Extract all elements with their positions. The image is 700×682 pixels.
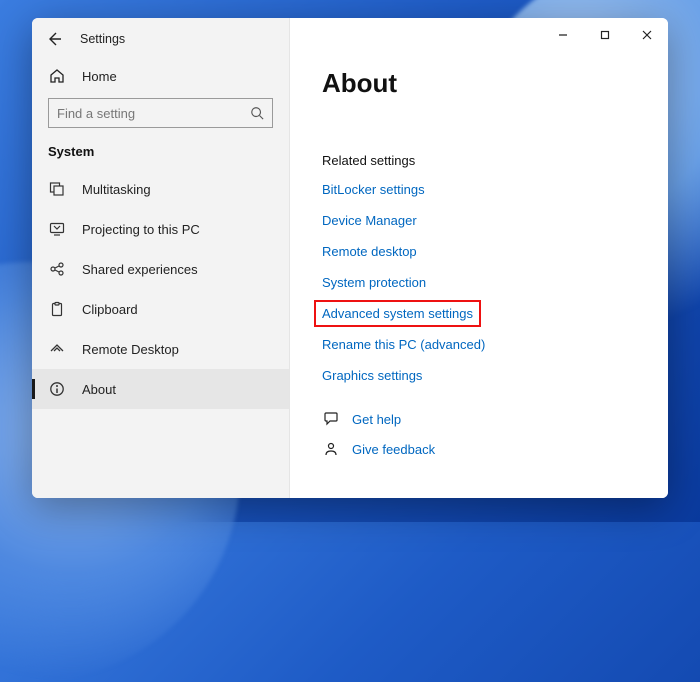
remote-icon (48, 341, 66, 357)
link-system-protection[interactable]: System protection (322, 275, 426, 290)
sidebar-item-remote[interactable]: Remote Desktop (32, 329, 289, 369)
feedback-link[interactable]: Give feedback (322, 441, 668, 457)
window-controls (542, 20, 668, 50)
section-label: System (32, 140, 289, 169)
feedback-label: Give feedback (352, 442, 435, 457)
sidebar-item-label: Shared experiences (82, 262, 198, 277)
sidebar-item-label: Remote Desktop (82, 342, 179, 357)
feedback-icon (322, 441, 340, 457)
search-box[interactable] (48, 98, 273, 128)
multitasking-icon (48, 181, 66, 197)
page-content: About Related settings BitLocker setting… (290, 18, 668, 457)
search-container (32, 88, 289, 140)
sidebar-item-clipboard[interactable]: Clipboard (32, 289, 289, 329)
sidebar-item-label: Multitasking (82, 182, 151, 197)
sidebar-item-label: Projecting to this PC (82, 222, 200, 237)
sidebar-item-multitasking[interactable]: Multitasking (32, 169, 289, 209)
link-device-manager[interactable]: Device Manager (322, 213, 417, 228)
get-help-link[interactable]: Get help (322, 411, 668, 427)
nav-list: Multitasking Projecting to this PC Share… (32, 169, 289, 498)
bottom-links: Get help Give feedback (322, 411, 668, 457)
sidebar-item-projecting[interactable]: Projecting to this PC (32, 209, 289, 249)
sidebar-item-label: About (82, 382, 116, 397)
close-button[interactable] (626, 20, 668, 50)
home-label: Home (82, 69, 117, 84)
about-icon (48, 381, 66, 397)
search-input[interactable] (57, 106, 250, 121)
clipboard-icon (48, 301, 66, 317)
link-advanced-system-settings[interactable]: Advanced system settings (314, 300, 481, 327)
link-graphics[interactable]: Graphics settings (322, 368, 422, 383)
back-button[interactable] (46, 31, 62, 47)
link-remote-desktop[interactable]: Remote desktop (322, 244, 417, 259)
maximize-button[interactable] (584, 20, 626, 50)
home-icon (48, 68, 66, 84)
sidebar-item-label: Clipboard (82, 302, 138, 317)
shared-icon (48, 261, 66, 277)
minimize-button[interactable] (542, 20, 584, 50)
sidebar-home[interactable]: Home (32, 60, 289, 88)
related-links: BitLocker settings Device Manager Remote… (322, 182, 668, 383)
related-heading: Related settings (322, 153, 668, 168)
link-rename-pc[interactable]: Rename this PC (advanced) (322, 337, 485, 352)
page-title: About (322, 68, 668, 99)
sidebar-item-shared[interactable]: Shared experiences (32, 249, 289, 289)
main-pane: About Related settings BitLocker setting… (290, 18, 668, 498)
projecting-icon (48, 221, 66, 237)
app-title: Settings (80, 32, 125, 46)
help-icon (322, 411, 340, 427)
link-bitlocker[interactable]: BitLocker settings (322, 182, 425, 197)
sidebar-item-about[interactable]: About (32, 369, 289, 409)
search-icon (250, 106, 264, 120)
sidebar: Settings Home System Multitasking (32, 18, 290, 498)
title-bar: Settings (32, 18, 289, 60)
settings-window: Settings Home System Multitasking (32, 18, 668, 498)
get-help-label: Get help (352, 412, 401, 427)
